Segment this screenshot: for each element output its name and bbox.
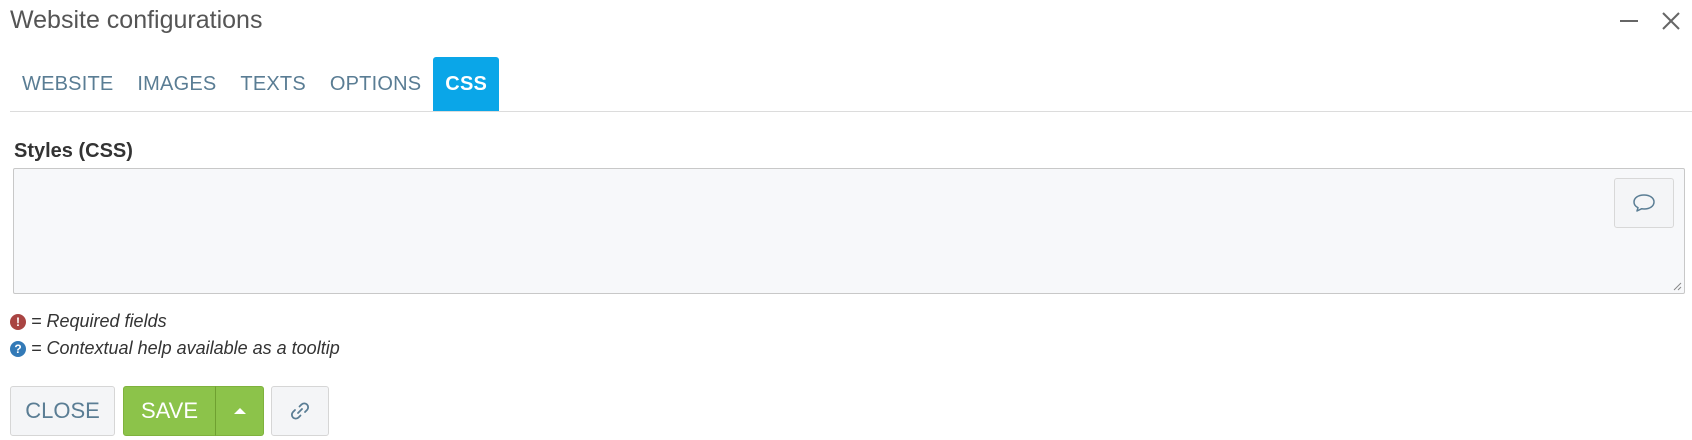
speech-bubble-icon bbox=[1633, 194, 1655, 212]
tab-images[interactable]: IMAGES bbox=[125, 57, 228, 111]
required-legend-text: = Required fields bbox=[31, 311, 167, 331]
save-menu-button[interactable] bbox=[215, 386, 264, 436]
comment-button[interactable] bbox=[1614, 178, 1674, 228]
minimize-button[interactable] bbox=[1616, 8, 1642, 34]
styles-css-label: Styles (CSS) bbox=[14, 140, 133, 162]
save-button[interactable]: SAVE bbox=[123, 386, 216, 436]
caret-up-icon bbox=[233, 408, 246, 414]
styles-css-field bbox=[13, 168, 1685, 294]
help-legend: ? = Contextual help available as a toolt… bbox=[10, 338, 340, 359]
close-window-button[interactable] bbox=[1658, 8, 1684, 34]
exclamation-circle-icon: ! bbox=[10, 313, 26, 330]
tab-website[interactable]: WEBSITE bbox=[10, 57, 125, 111]
link-button[interactable] bbox=[271, 386, 329, 436]
help-legend-text: = Contextual help available as a tooltip bbox=[31, 338, 340, 358]
required-legend: ! = Required fields bbox=[10, 311, 167, 332]
link-icon bbox=[290, 402, 310, 420]
tab-texts[interactable]: TEXTS bbox=[228, 57, 317, 111]
styles-css-textarea[interactable] bbox=[14, 169, 1684, 293]
question-circle-icon: ? bbox=[10, 340, 26, 357]
tab-bar: WEBSITE IMAGES TEXTS OPTIONS CSS bbox=[10, 57, 1692, 112]
close-icon bbox=[1662, 12, 1680, 30]
tab-options[interactable]: OPTIONS bbox=[318, 57, 433, 111]
minimize-icon bbox=[1620, 20, 1638, 22]
close-button[interactable]: CLOSE bbox=[10, 386, 115, 436]
tab-css[interactable]: CSS bbox=[433, 57, 500, 111]
window-title: Website configurations bbox=[10, 6, 263, 34]
resize-grip-icon[interactable] bbox=[1672, 281, 1682, 291]
